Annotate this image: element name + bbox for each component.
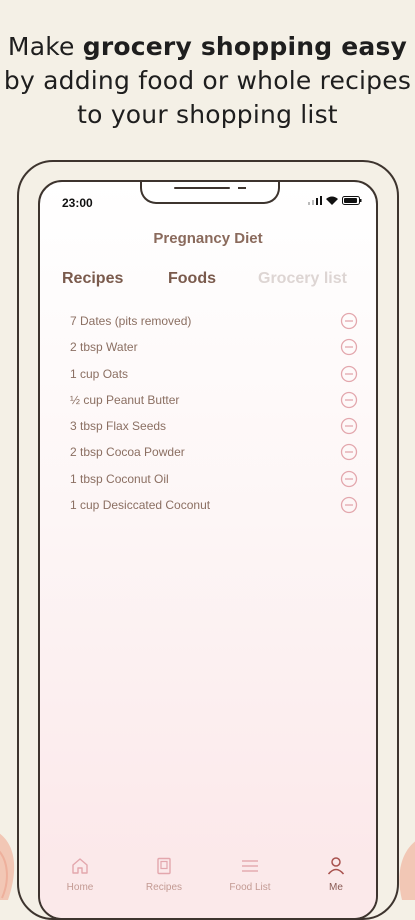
list-item: 2 tbsp Water [70, 336, 360, 362]
remove-circle-icon[interactable] [340, 496, 358, 514]
person-icon [327, 857, 345, 875]
signal-icon [308, 196, 322, 205]
promo-headline: Make grocery shopping easy by adding foo… [0, 30, 415, 132]
grocery-item-label: 1 cup Oats [70, 366, 129, 381]
list-item: 1 cup Oats [70, 363, 360, 389]
tab-foods[interactable]: Foods [168, 270, 216, 288]
grocery-item-label: 3 tbsp Flax Seeds [70, 419, 167, 434]
remove-circle-icon[interactable] [340, 365, 358, 383]
status-icons [308, 196, 362, 205]
nav-me[interactable]: Me [306, 856, 366, 893]
grocery-list: 7 Dates (pits removed) 2 tbsp Water 1 cu… [70, 310, 360, 520]
list-item: 1 cup Desiccated Coconut [70, 494, 360, 520]
wifi-icon [326, 196, 338, 205]
list-icon [242, 860, 258, 872]
remove-circle-icon[interactable] [340, 338, 358, 356]
grocery-item-label: ½ cup Peanut Butter [70, 392, 180, 407]
nav-food-list-label: Food List [229, 882, 271, 893]
grocery-item-label: 2 tbsp Water [70, 340, 138, 355]
phone-screen: 23:00 Pregnancy Diet Recipes Foods Groce… [38, 180, 378, 920]
tab-recipes[interactable]: Recipes [62, 270, 123, 288]
nav-food-list[interactable]: Food List [220, 856, 280, 893]
app-title: Pregnancy Diet [153, 230, 263, 247]
headline-prefix: Make [7, 32, 83, 61]
remove-circle-icon[interactable] [340, 417, 358, 435]
headline-suffix: by adding food or whole recipes to your … [3, 66, 412, 129]
tab-bar: Recipes Foods Grocery list [62, 270, 362, 294]
nav-home-label: Home [66, 882, 94, 893]
nav-recipes[interactable]: Recipes [134, 856, 194, 893]
remove-circle-icon[interactable] [340, 470, 358, 488]
list-item: ½ cup Peanut Butter [70, 389, 360, 415]
tab-grocery-list[interactable]: Grocery list [258, 270, 347, 288]
list-item: 1 tbsp Coconut Oil [70, 468, 360, 494]
battery-icon [342, 196, 362, 205]
nav-home[interactable]: Home [50, 856, 110, 893]
grocery-item-label: 2 tbsp Cocoa Powder [70, 445, 185, 460]
book-icon [157, 857, 171, 875]
list-item: 7 Dates (pits removed) [70, 310, 360, 336]
home-icon [72, 858, 88, 874]
grocery-item-label: 1 tbsp Coconut Oil [70, 471, 169, 486]
headline-bold: grocery shopping easy [82, 32, 408, 61]
grocery-item-label: 1 cup Desiccated Coconut [70, 498, 211, 513]
nav-me-label: Me [329, 882, 343, 893]
list-item: 3 tbsp Flax Seeds [70, 415, 360, 441]
bottom-nav: Home Recipes Food List Me [40, 850, 376, 918]
remove-circle-icon[interactable] [340, 443, 358, 461]
phone-notch [140, 182, 280, 204]
grocery-item-label: 7 Dates (pits removed) [70, 314, 192, 328]
remove-circle-icon[interactable] [340, 391, 358, 409]
status-time: 23:00 [62, 196, 93, 210]
nav-recipes-label: Recipes [145, 882, 183, 893]
list-item: 2 tbsp Cocoa Powder [70, 441, 360, 467]
remove-circle-icon[interactable] [340, 312, 358, 330]
